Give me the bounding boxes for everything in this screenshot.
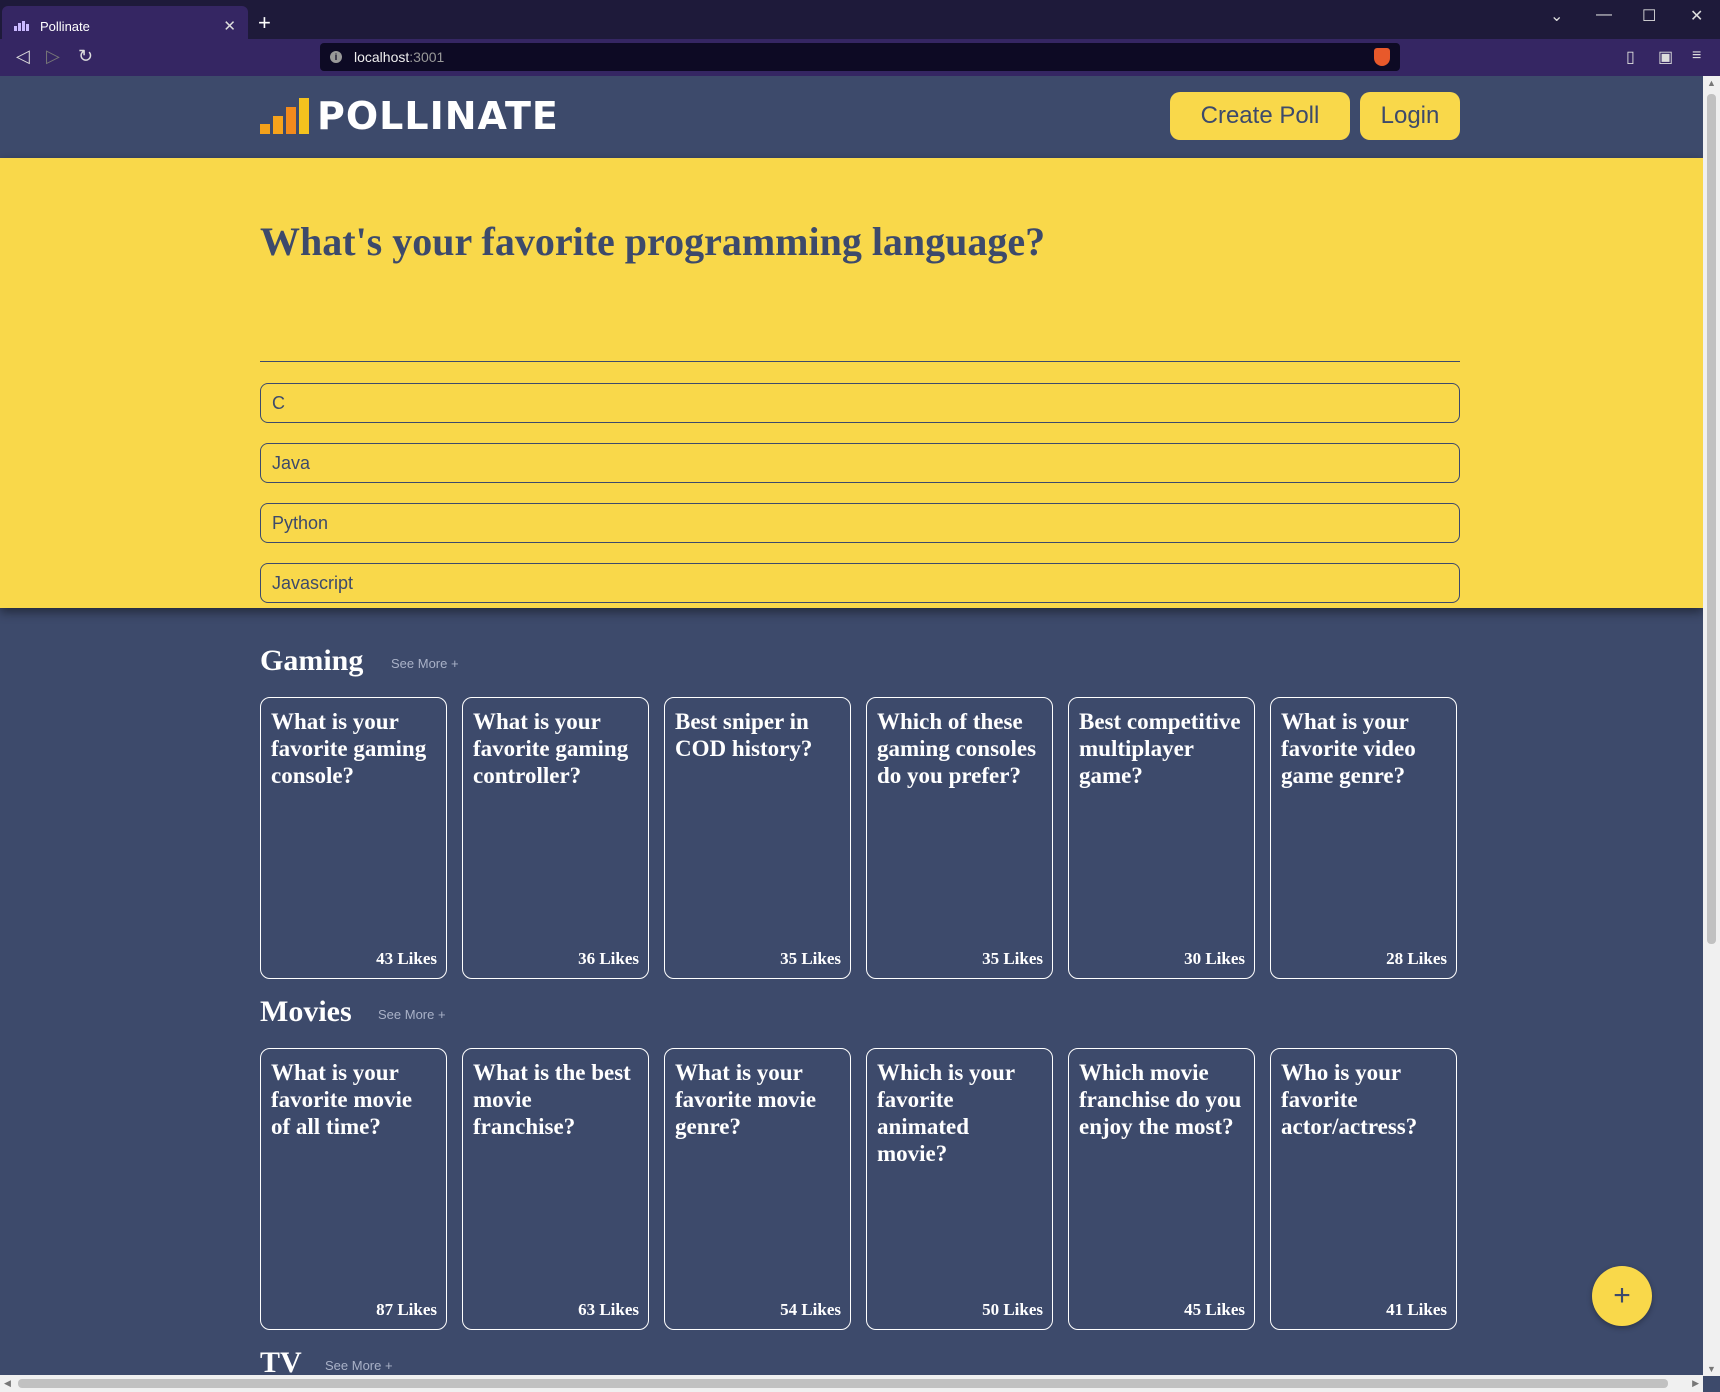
poll-card[interactable]: What is the best movie franchise? 63 Like… bbox=[462, 1048, 649, 1330]
poll-card[interactable]: What is your favorite movie genre? 54 Lik… bbox=[664, 1048, 851, 1330]
poll-card-likes: 87 Likes bbox=[376, 1300, 437, 1319]
poll-card[interactable]: Best competitive multiplayer game? 30 Lik… bbox=[1068, 697, 1255, 979]
featured-poll: What's your favorite programming languag… bbox=[0, 158, 1703, 608]
horizontal-scroll-thumb[interactable] bbox=[18, 1379, 1668, 1388]
see-more-tv-link[interactable]: See More + bbox=[325, 1358, 393, 1373]
login-button[interactable]: Login bbox=[1360, 92, 1460, 140]
logo-text: POLLINATE bbox=[317, 94, 559, 138]
poll-card[interactable]: What is your favorite gaming controller?… bbox=[462, 697, 649, 979]
poll-card-question: Which is your favorite animated movie? bbox=[877, 1060, 1015, 1166]
tab-search-dropdown-icon[interactable]: ⌄ bbox=[1550, 6, 1563, 26]
poll-card-likes: 54 Likes bbox=[780, 1300, 841, 1319]
category-title-tv: TV bbox=[260, 1346, 302, 1375]
create-poll-button[interactable]: Create Poll bbox=[1170, 92, 1350, 140]
poll-option[interactable]: Javascript bbox=[260, 563, 1460, 603]
menu-icon[interactable]: ≡ bbox=[1692, 47, 1701, 65]
poll-card[interactable]: Best sniper in COD history? 35 Likes bbox=[664, 697, 851, 979]
poll-card-likes: 35 Likes bbox=[982, 949, 1043, 968]
minimize-icon[interactable]: — bbox=[1596, 6, 1612, 24]
wallet-icon[interactable]: ▣ bbox=[1658, 47, 1673, 67]
tab-close-icon[interactable]: ✕ bbox=[223, 17, 236, 35]
poll-card[interactable]: What is your favorite movie of all time?… bbox=[260, 1048, 447, 1330]
poll-card-question: What is your favorite movie genre? bbox=[675, 1060, 817, 1139]
poll-card-question: Best competitive multiplayer game? bbox=[1079, 709, 1241, 788]
browser-toolbar: ◁ ▷ ↻ i localhost:3001 ▯ ▣ ≡ bbox=[0, 39, 1720, 76]
scroll-left-icon[interactable]: ◀ bbox=[4, 1378, 11, 1389]
add-poll-fab-button[interactable]: + bbox=[1592, 1266, 1652, 1326]
reload-icon[interactable]: ↻ bbox=[78, 46, 93, 67]
url-host: localhost bbox=[354, 49, 410, 65]
category-title-movies: Movies bbox=[260, 995, 352, 1028]
poll-card-question: Which of these gaming consoles do you pr… bbox=[877, 709, 1037, 788]
url-port: :3001 bbox=[409, 49, 445, 65]
poll-card-question: What is your favorite gaming controller? bbox=[473, 709, 629, 788]
poll-card-likes: 35 Likes bbox=[780, 949, 841, 968]
featured-poll-question: What's your favorite programming languag… bbox=[260, 219, 1046, 264]
horizontal-scrollbar[interactable]: ◀ ▶ bbox=[0, 1375, 1703, 1392]
poll-card[interactable]: Which movie franchise do you enjoy the m… bbox=[1068, 1048, 1255, 1330]
page-viewport: POLLINATE Create Poll Login What's your … bbox=[0, 76, 1703, 1375]
scroll-down-icon[interactable]: ▼ bbox=[1707, 1364, 1716, 1374]
poll-card-question: What is your favorite movie of all time? bbox=[271, 1060, 413, 1139]
poll-card-likes: 63 Likes bbox=[578, 1300, 639, 1319]
poll-card-question: What is your favorite gaming console? bbox=[271, 709, 427, 788]
scroll-right-icon[interactable]: ▶ bbox=[1692, 1378, 1699, 1389]
poll-option[interactable]: Java bbox=[260, 443, 1460, 483]
see-more-gaming-link[interactable]: See More + bbox=[391, 656, 459, 671]
brave-shield-icon[interactable] bbox=[1374, 48, 1390, 66]
new-tab-icon[interactable]: + bbox=[258, 10, 271, 36]
poll-card-likes: 45 Likes bbox=[1184, 1300, 1245, 1319]
poll-card-question: Who is your favorite actor/actress? bbox=[1281, 1060, 1418, 1139]
back-icon[interactable]: ◁ bbox=[16, 46, 30, 67]
address-bar[interactable]: i localhost:3001 bbox=[320, 43, 1400, 71]
sidebar-icon[interactable]: ▯ bbox=[1626, 47, 1635, 67]
forward-icon[interactable]: ▷ bbox=[46, 46, 60, 67]
window-close-icon[interactable]: ✕ bbox=[1690, 6, 1703, 26]
tab-title: Pollinate bbox=[40, 18, 90, 34]
logo-bars-icon bbox=[260, 98, 309, 134]
poll-card-likes: 36 Likes bbox=[578, 949, 639, 968]
vertical-scrollbar[interactable]: ▲ ▼ bbox=[1703, 76, 1720, 1376]
poll-card[interactable]: Which is your favorite animated movie? 50… bbox=[866, 1048, 1053, 1330]
maximize-icon[interactable]: ☐ bbox=[1642, 6, 1656, 26]
poll-card-question: What is your favorite video game genre? bbox=[1281, 709, 1416, 788]
see-more-movies-link[interactable]: See More + bbox=[378, 1007, 446, 1022]
poll-card-likes: 43 Likes bbox=[376, 949, 437, 968]
poll-card-question: What is the best movie franchise? bbox=[473, 1060, 631, 1139]
pollinate-logo[interactable]: POLLINATE bbox=[260, 94, 559, 138]
poll-card[interactable]: Who is your favorite actor/actress? 41 Li… bbox=[1270, 1048, 1457, 1330]
poll-card-likes: 50 Likes bbox=[982, 1300, 1043, 1319]
vertical-scroll-thumb[interactable] bbox=[1707, 94, 1716, 944]
pollinate-favicon-icon bbox=[14, 21, 30, 31]
site-info-icon[interactable]: i bbox=[330, 51, 342, 63]
scroll-up-icon[interactable]: ▲ bbox=[1707, 78, 1716, 88]
poll-card-likes: 30 Likes bbox=[1184, 949, 1245, 968]
poll-option[interactable]: Python bbox=[260, 503, 1460, 543]
poll-card-likes: 28 Likes bbox=[1386, 949, 1447, 968]
poll-card-question: Which movie franchise do you enjoy the m… bbox=[1079, 1060, 1242, 1139]
poll-card[interactable]: What is your favorite video game genre? 2… bbox=[1270, 697, 1457, 979]
category-title-gaming: Gaming bbox=[260, 644, 364, 677]
site-header: POLLINATE Create Poll Login bbox=[0, 76, 1703, 158]
poll-card[interactable]: Which of these gaming consoles do you pr… bbox=[866, 697, 1053, 979]
divider bbox=[260, 361, 1460, 362]
poll-card-question: Best sniper in COD history? bbox=[675, 709, 813, 761]
poll-option[interactable]: C bbox=[260, 383, 1460, 423]
poll-card-likes: 41 Likes bbox=[1386, 1300, 1447, 1319]
poll-card[interactable]: What is your favorite gaming console? 43 … bbox=[260, 697, 447, 979]
